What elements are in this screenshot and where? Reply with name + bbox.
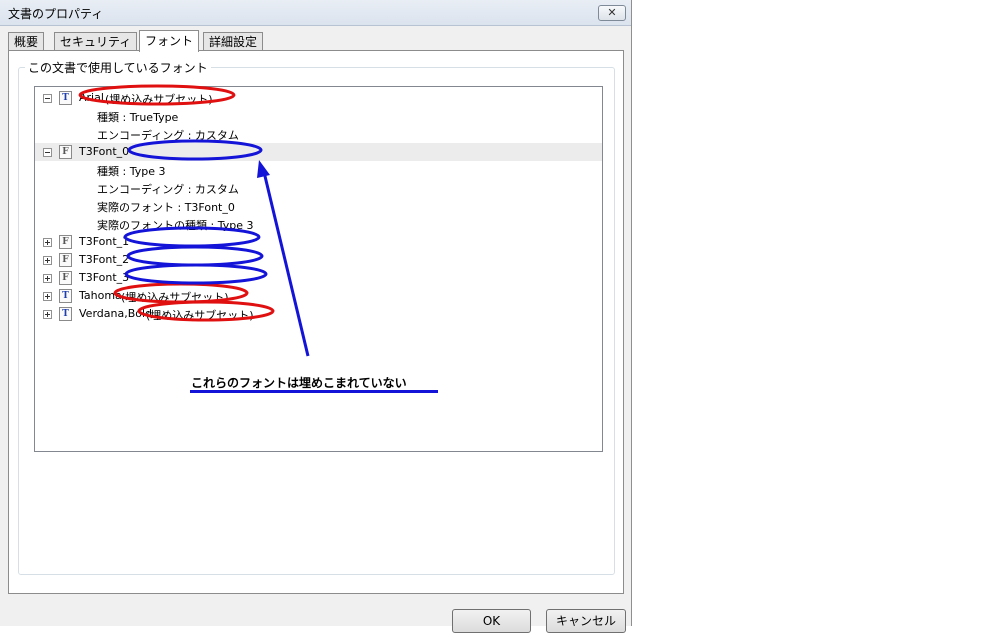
font-node-t3font-0[interactable]: F T3Font_0 (35, 143, 602, 161)
annotation-text: これらのフォントは埋めこまれていない (191, 376, 407, 390)
tab-overview[interactable]: 概要 (8, 32, 45, 51)
expand-icon[interactable] (43, 238, 52, 247)
close-icon: ✕ (607, 6, 617, 19)
groupbox-label: この文書で使用しているフォント (25, 59, 211, 76)
type3-font-icon: F (59, 235, 72, 249)
window-title: 文書のプロパティ (8, 7, 104, 21)
cancel-button[interactable]: キャンセル (546, 609, 626, 633)
expand-icon[interactable] (43, 256, 52, 265)
ok-button[interactable]: OK (452, 609, 531, 633)
font-property: エンコーディング : カスタム (97, 129, 239, 142)
truetype-font-icon: T (59, 91, 72, 105)
font-name: T3Font_3 (79, 271, 130, 284)
font-property: 種類 : TrueType (97, 111, 179, 124)
font-name: Arial (79, 91, 104, 104)
type3-font-icon: F (59, 253, 72, 267)
font-property: 種類 : Type 3 (97, 165, 166, 178)
font-name: T3Font_1 (79, 235, 130, 248)
font-node-t3font-3[interactable]: F T3Font_3 (35, 269, 602, 287)
expand-icon[interactable] (43, 274, 52, 283)
font-property: 実際のフォントの種類 : Type 3 (97, 219, 254, 232)
font-node-tahoma[interactable]: T Tahoma (埋め込みサブセット) (35, 287, 602, 305)
fonts-groupbox: この文書で使用しているフォント T Arial (埋め込みサブセット) 種類 :… (18, 59, 615, 575)
collapse-icon[interactable] (43, 94, 52, 103)
font-tree[interactable]: T Arial (埋め込みサブセット) 種類 : TrueType エンコーディ… (34, 86, 603, 452)
truetype-font-icon: T (59, 307, 72, 321)
font-embed-tag: (埋め込みサブセット) (121, 291, 229, 304)
tab-advanced[interactable]: 詳細設定 (203, 32, 264, 51)
font-name: Tahoma (79, 289, 122, 302)
font-node-verdana-bold[interactable]: T Verdana,Bold (埋め込みサブセット) (35, 305, 602, 323)
font-embed-tag: (埋め込みサブセット) (146, 309, 254, 322)
expand-icon[interactable] (43, 292, 52, 301)
font-property: 実際のフォント : T3Font_0 (97, 201, 235, 214)
font-node-t3font-1[interactable]: F T3Font_1 (35, 233, 602, 251)
font-name: T3Font_0 (79, 145, 130, 158)
tab-security[interactable]: セキュリティ (54, 32, 138, 51)
collapse-icon[interactable] (43, 148, 52, 157)
font-name: T3Font_2 (79, 253, 130, 266)
type3-font-icon: F (59, 271, 72, 285)
type3-font-icon: F (59, 145, 72, 159)
document-properties-dialog: 文書のプロパティ ✕ 概要 セキュリティ フォント 詳細設定 この文書で使用して… (0, 0, 632, 633)
title-bar: 文書のプロパティ ✕ (0, 0, 631, 26)
tab-fonts[interactable]: フォント (139, 30, 200, 52)
font-name: Verdana,Bold (79, 307, 153, 320)
font-embed-tag: (埋め込みサブセット) (105, 93, 213, 106)
font-node-t3font-2[interactable]: F T3Font_2 (35, 251, 602, 269)
annotation-underline (190, 390, 438, 393)
fonts-tab-panel: この文書で使用しているフォント T Arial (埋め込みサブセット) 種類 :… (8, 50, 624, 594)
font-node-arial[interactable]: T Arial (埋め込みサブセット) (35, 89, 602, 107)
truetype-font-icon: T (59, 289, 72, 303)
close-button[interactable]: ✕ (598, 5, 626, 21)
font-property: エンコーディング : カスタム (97, 183, 239, 196)
expand-icon[interactable] (43, 310, 52, 319)
